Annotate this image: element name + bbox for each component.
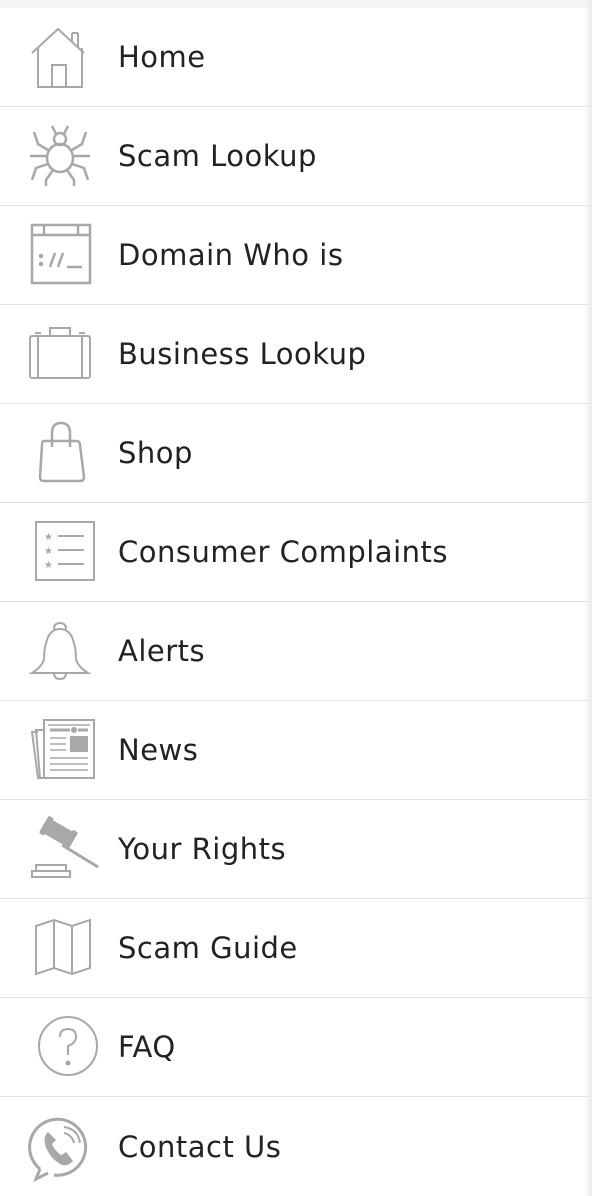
menu-item-label: News (118, 733, 199, 767)
svg-text:★: ★ (44, 532, 53, 543)
menu-item-label: Domain Who is (118, 238, 344, 272)
menu-item-your-rights[interactable]: Your Rights (0, 800, 592, 899)
question-circle-icon (26, 1013, 98, 1081)
home-icon (26, 23, 94, 91)
menu-item-label: Business Lookup (118, 337, 367, 371)
menu-item-scam-guide[interactable]: Scam Guide (0, 899, 592, 998)
spider-icon (26, 122, 94, 190)
menu-item-shop[interactable]: Shop (0, 404, 592, 503)
gavel-icon (26, 815, 99, 883)
shopping-bag-icon (26, 419, 94, 487)
menu-item-domain-who-is[interactable]: Domain Who is (0, 206, 592, 305)
menu-item-label: Shop (118, 436, 193, 470)
browser-window-icon (26, 221, 94, 289)
menu-item-label: Home (118, 40, 206, 74)
menu-item-scam-lookup[interactable]: Scam Lookup (0, 107, 592, 206)
menu-item-label: Consumer Complaints (118, 535, 448, 569)
map-icon (26, 914, 94, 982)
menu-item-contact-us[interactable]: Contact Us (0, 1097, 592, 1196)
menu-item-consumer-complaints[interactable]: ★ ★ ★ Consumer Complaints (0, 503, 592, 602)
menu-item-faq[interactable]: FAQ (0, 998, 592, 1097)
menu-item-label: Scam Lookup (118, 139, 317, 173)
bell-icon (26, 617, 94, 685)
svg-text:★: ★ (44, 560, 53, 571)
newspaper-icon (26, 716, 95, 784)
right-edge-shadow (584, 0, 592, 1196)
phone-circle-icon (26, 1113, 94, 1182)
menu-item-home[interactable]: Home (0, 8, 592, 107)
menu-item-label: FAQ (118, 1030, 176, 1064)
menu-item-business-lookup[interactable]: Business Lookup (0, 305, 592, 404)
svg-text:★: ★ (44, 546, 53, 557)
menu-item-label: Scam Guide (118, 931, 298, 965)
menu-item-label: Contact Us (118, 1129, 282, 1164)
menu-item-label: Your Rights (118, 832, 287, 866)
menu-item-label: Alerts (118, 634, 206, 668)
starred-list-icon: ★ ★ ★ (26, 518, 95, 586)
top-strip (0, 0, 592, 8)
briefcase-icon (26, 320, 94, 388)
menu-item-alerts[interactable]: Alerts (0, 602, 592, 701)
side-menu: Home Scam Lookup Domain Who is Business … (0, 8, 592, 1196)
menu-item-news[interactable]: News (0, 701, 592, 800)
